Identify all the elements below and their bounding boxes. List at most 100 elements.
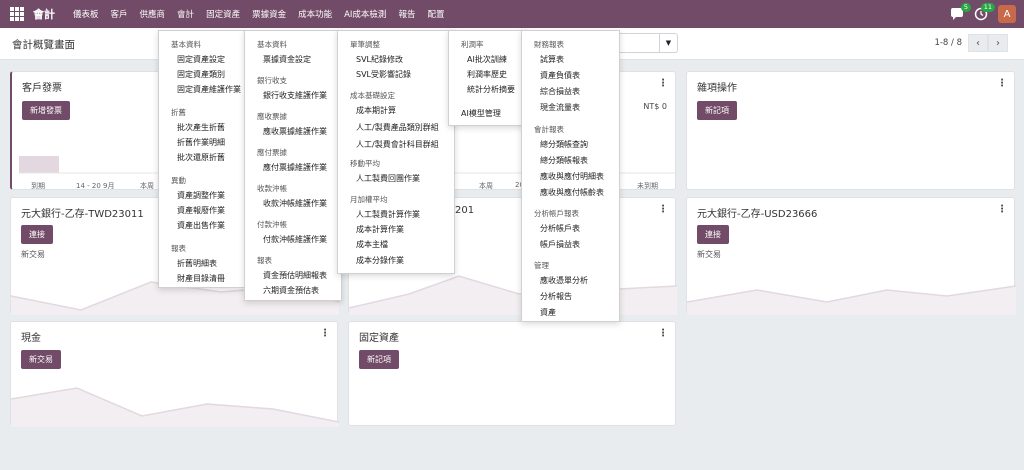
dd-item-asset-scrap[interactable]: 資產報廢作業 (177, 205, 225, 216)
pager-value[interactable]: 1-8 / 8 (934, 38, 962, 48)
menu-reports[interactable]: 報告 (392, 8, 421, 20)
dd-item-ai-model-management[interactable]: AI模型管理 (461, 108, 501, 119)
card-fixed-assets: 固定資產 ⋮ 新記項 (348, 321, 676, 426)
dd-section-basic: 基本資料 (171, 40, 201, 49)
dd-section-single-adjust: 單筆調整 (350, 40, 380, 49)
user-avatar[interactable]: A (998, 5, 1016, 23)
dd-item-asset-sale[interactable]: 資產出售作業 (177, 220, 225, 231)
activity-badge: 11 (980, 3, 995, 12)
dd-item-voucher-analysis[interactable]: 應收憑單分析 (540, 275, 588, 286)
dd-item-batch-revert[interactable]: 批次還原折舊 (177, 152, 225, 163)
app-brand[interactable]: 會計 (33, 6, 55, 22)
dd-item-receipt-maintenance[interactable]: 收款沖帳維護作業 (263, 198, 327, 209)
menu-config[interactable]: 配置 (421, 8, 450, 20)
bar-label-due: 到期 (31, 182, 45, 190)
dd-item-gl-query[interactable]: 總分類帳查詢 (540, 139, 588, 150)
dd-item-payment-maintenance[interactable]: 付款沖帳維護作業 (263, 234, 327, 245)
dd-section-analytic-reports: 分析帳戶報表 (534, 209, 579, 218)
app-switcher-icon[interactable] (9, 6, 25, 22)
dd-item-cost-master[interactable]: 成本主檔 (356, 239, 388, 250)
dd-section-reports: 報表 (171, 244, 186, 253)
cash-line-chart (11, 387, 339, 427)
menu-accounting[interactable]: 會計 (171, 8, 200, 20)
dropdown-reports: 財務報表 試算表 資產負債表 綜合損益表 現金流量表 會計報表 總分類帳查詢 總… (521, 30, 620, 322)
dd-item-account-pnl[interactable]: 帳戶損益表 (540, 239, 580, 250)
dd-item-margin-history[interactable]: 利潤率歷史 (467, 69, 507, 80)
messages-icon[interactable]: 5 (950, 3, 971, 21)
dd-item-cost-period[interactable]: 成本期計算 (356, 105, 396, 116)
dropdown-notes-funds: 基本資料 票據資金設定 銀行收支 銀行收支維護作業 應收票據 應收票據維護作業 … (244, 30, 342, 301)
card-cash: 現金 ⋮ 新交易 (10, 321, 339, 427)
dd-item-asset-register[interactable]: 財產目錄清冊 (177, 273, 225, 284)
pager-next-button[interactable]: › (988, 34, 1008, 52)
dd-item-fund-settings[interactable]: 票據資金設定 (263, 54, 311, 65)
dd-item-ar-ap-aging[interactable]: 應收與應付帳齡表 (540, 187, 604, 198)
dd-item-analytic-accounts[interactable]: 分析帳戶表 (540, 223, 580, 234)
dd-item-asset-maintenance[interactable]: 固定資產維護作業 (177, 84, 241, 95)
dd-item-overhead-rollback[interactable]: 人工製費回團作業 (356, 173, 420, 184)
new-entry-button[interactable]: 新記項 (697, 101, 737, 120)
dd-section-changes: 異動 (171, 176, 186, 185)
dd-item-svl-affected[interactable]: SVL受影響記錄 (356, 69, 411, 80)
dd-item-gl-report[interactable]: 總分類帳報表 (540, 155, 588, 166)
dd-section-payable-notes: 應付票據 (257, 148, 287, 157)
dd-section-receivable-notes: 應收票據 (257, 112, 287, 121)
dd-item-fund-forecast-detail[interactable]: 資金預估明細報表 (263, 270, 327, 281)
new-entry-button[interactable]: 新記項 (359, 350, 399, 369)
menu-notes-funds[interactable]: 票據資金 (246, 8, 292, 20)
dd-item-overhead-calc[interactable]: 人工製費計算作業 (356, 209, 420, 220)
dd-item-analysis-report[interactable]: 分析報告 (540, 291, 572, 302)
dd-item-receivable-notes[interactable]: 應收票據維護作業 (263, 126, 327, 137)
menu-customers[interactable]: 客戶 (105, 8, 134, 20)
bank-balance-line-chart (687, 285, 1016, 315)
dd-item-ai-batch-train[interactable]: AI批次訓練 (467, 54, 507, 65)
pager-previous-button[interactable]: ‹ (968, 34, 988, 52)
dd-item-svl-modify[interactable]: SVL紀錄修改 (356, 54, 403, 65)
page-title: 會計概覽畫面 (12, 39, 75, 51)
dd-section-monthly-weighted: 月加權平均 (350, 195, 388, 204)
dd-item-batch-depreciation[interactable]: 批次產生折舊 (177, 122, 225, 133)
dd-item-ar-ap-detail[interactable]: 應收與應付明細表 (540, 171, 604, 182)
dd-item-account-group[interactable]: 人工/製費會計科目群組 (356, 139, 439, 150)
dd-item-income-statement[interactable]: 綜合損益表 (540, 86, 580, 97)
card-title[interactable]: 雜項操作 (697, 79, 737, 94)
search-options-toggle[interactable]: ▼ (659, 34, 677, 52)
pager: 1-8 / 8 ‹ › (934, 34, 1008, 52)
dd-item-payable-notes[interactable]: 應付票據維護作業 (263, 162, 327, 173)
menu-ai-cost[interactable]: AI成本檢測 (338, 8, 392, 20)
card-options-kebab-icon[interactable]: ⋮ (658, 328, 668, 339)
menu-costing[interactable]: 成本功能 (292, 8, 338, 20)
dd-item-cash-flow[interactable]: 現金流量表 (540, 102, 580, 113)
dd-item-cost-calc[interactable]: 成本計算作業 (356, 224, 404, 235)
dd-section-basic: 基本資料 (257, 40, 287, 49)
search-input[interactable]: ▼ (618, 33, 678, 53)
dd-item-depreciation-detail[interactable]: 折舊作業明細 (177, 137, 225, 148)
dd-item-six-period-forecast[interactable]: 六期資金預估表 (263, 285, 319, 296)
dd-section-depreciation: 折舊 (171, 108, 186, 117)
dd-item-depreciation-report[interactable]: 折舊明細表 (177, 258, 217, 269)
dd-section-receipts: 收款沖帳 (257, 184, 287, 193)
dd-section-profit-margin: 利潤率 (461, 40, 484, 49)
dd-item-product-category-group[interactable]: 人工/製費產品類別群組 (356, 122, 439, 133)
menu-vendors[interactable]: 供應商 (134, 8, 172, 20)
dd-item-trial-balance[interactable]: 試算表 (540, 54, 564, 65)
dd-item-asset-category[interactable]: 固定資產類別 (177, 69, 225, 80)
top-navbar: 會計 儀表板 客戶 供應商 會計 固定資產 票據資金 成本功能 AI成本檢測 報… (0, 0, 1024, 28)
main-menu: 儀表板 客戶 供應商 會計 固定資產 票據資金 成本功能 AI成本檢測 報告 配… (67, 8, 450, 20)
menu-dashboard[interactable]: 儀表板 (67, 8, 105, 20)
dd-item-assets[interactable]: 資產 (540, 307, 556, 318)
dd-item-stats-summary[interactable]: 統計分析摘要 (467, 84, 515, 95)
dropdown-costing: 單筆調整 SVL紀錄修改 SVL受影響記錄 成本基礎設定 成本期計算 人工/製費… (337, 30, 455, 274)
dd-item-asset-settings[interactable]: 固定資產設定 (177, 54, 225, 65)
card-options-kebab-icon[interactable]: ⋮ (997, 78, 1007, 89)
dd-section-moving-average: 移動平均 (350, 159, 380, 168)
menu-fixed-assets[interactable]: 固定資產 (200, 8, 246, 20)
dd-section-bank: 銀行收支 (257, 76, 287, 85)
dd-item-cost-entry[interactable]: 成本分錄作業 (356, 255, 404, 266)
dd-item-balance-sheet[interactable]: 資產負債表 (540, 70, 580, 81)
card-title[interactable]: 固定資產 (359, 329, 399, 344)
activity-clock-icon[interactable]: 11 (974, 3, 995, 21)
dd-item-bank-maintenance[interactable]: 銀行收支維護作業 (263, 90, 327, 101)
dd-item-asset-adjust[interactable]: 資產調整作業 (177, 190, 225, 201)
dd-section-financial-reports: 財務報表 (534, 40, 564, 49)
